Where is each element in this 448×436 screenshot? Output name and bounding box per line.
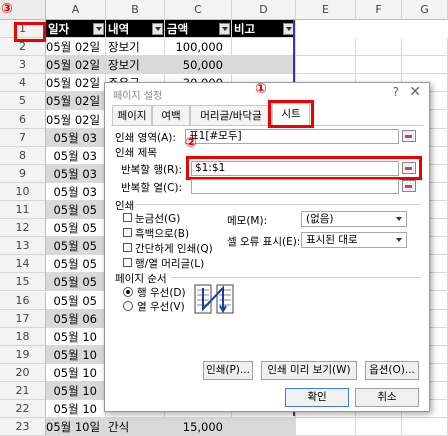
row-header[interactable]: 13 (0, 237, 46, 256)
annotation-three: ③ (1, 1, 13, 17)
row-header[interactable]: 12 (0, 219, 46, 238)
amount-cell[interactable]: 15,000 (165, 418, 232, 436)
row-header[interactable]: 5 (0, 92, 46, 111)
empty-cell[interactable] (356, 38, 402, 57)
row-header[interactable]: 10 (0, 182, 46, 201)
black-white-label: 흑백으로(B) (135, 228, 190, 240)
page-order-line (171, 277, 421, 278)
item-cell[interactable]: 간식 (106, 418, 165, 436)
row-header[interactable]: 3 (0, 56, 46, 75)
row-header[interactable]: 21 (0, 382, 46, 401)
column-header[interactable]: E (296, 0, 356, 20)
cols-repeat-input[interactable] (191, 179, 399, 194)
options-button[interactable]: 옵션(O)... (365, 361, 419, 380)
empty-cell[interactable] (402, 56, 448, 75)
column-header[interactable]: G (402, 0, 448, 20)
row1-highlight (14, 22, 46, 42)
empty-cell[interactable] (356, 418, 402, 436)
column-header[interactable]: B (106, 0, 165, 20)
row-header[interactable]: 16 (0, 291, 46, 310)
tab-page[interactable]: 페이지 (112, 105, 152, 125)
comments-label: 메모(M): (227, 215, 268, 227)
errors-label: 셀 오류 표시(E): (227, 236, 301, 248)
row-header[interactable]: 19 (0, 345, 46, 364)
black-white-checkbox[interactable] (123, 228, 132, 237)
print-preview-button[interactable]: 인쇄 미리 보기(W) (261, 361, 357, 380)
draft-label: 간단하게 인쇄(Q) (135, 243, 213, 255)
page-setup-dialog: 페이지 설정 ? ✕ 페이지 여백 머리글/바닥글 시트 ① 인쇄 영역(A):… (104, 81, 430, 412)
page-order-preview-icon (194, 284, 234, 314)
down-then-over-radio[interactable] (123, 287, 133, 297)
cols-repeat-ref-button[interactable] (402, 180, 416, 192)
down-then-over-label: 행 우선(D) (137, 287, 186, 299)
row-header[interactable]: 8 (0, 146, 46, 165)
row-header[interactable]: 4 (0, 74, 46, 93)
row-header[interactable]: 9 (0, 164, 46, 183)
empty-cell[interactable] (402, 418, 448, 436)
print-titles-label: 인쇄 제목 (115, 147, 157, 159)
print-button[interactable]: 인쇄(P)... (203, 361, 253, 380)
ok-button[interactable]: 확인 (285, 388, 349, 407)
row-header[interactable]: 17 (0, 309, 46, 328)
column-header[interactable]: A (46, 0, 106, 20)
row-header[interactable]: 22 (0, 400, 46, 419)
empty-cell[interactable] (296, 38, 356, 57)
empty-cell[interactable] (402, 38, 448, 57)
row-col-headings-label: 행/열 머리글(L) (135, 258, 205, 270)
draft-checkbox[interactable] (123, 243, 132, 252)
row-header[interactable]: 23 (0, 418, 46, 436)
row-header[interactable]: 11 (0, 201, 46, 220)
column-header[interactable]: D (232, 0, 296, 20)
empty-cell[interactable] (296, 56, 356, 75)
row-header[interactable]: 14 (0, 255, 46, 274)
dialog-title: 페이지 설정 (113, 91, 163, 102)
over-then-down-radio[interactable] (123, 301, 133, 311)
sheet-tab-highlight (268, 100, 314, 128)
print-area-ref-button[interactable] (402, 130, 416, 142)
empty-cell[interactable] (356, 56, 402, 75)
annotation-two: ② (185, 135, 197, 151)
rows-repeat-label: 반복할 행(R): (121, 164, 183, 176)
tab-divider (111, 125, 423, 126)
column-header[interactable]: F (356, 0, 402, 20)
column-header[interactable]: C (165, 0, 232, 20)
gridlines-checkbox[interactable] (123, 213, 132, 222)
print-area-input[interactable]: 표1[#모두] (185, 129, 399, 144)
over-then-down-label: 열 우선(V) (137, 301, 185, 313)
empty-cell[interactable] (296, 418, 356, 436)
rows-repeat-highlight (186, 156, 422, 180)
row-header[interactable]: 15 (0, 273, 46, 292)
date-cell[interactable]: 05월 10일 (46, 418, 106, 436)
annotation-one: ① (255, 81, 267, 97)
cols-repeat-label: 반복할 열(C): (121, 182, 183, 194)
tab-margins[interactable]: 여백 (152, 105, 190, 125)
row-header[interactable]: 7 (0, 128, 46, 147)
gridlines-label: 눈금선(G) (135, 213, 181, 225)
row-col-headings-checkbox[interactable] (123, 258, 132, 267)
row-header[interactable]: 6 (0, 110, 46, 129)
cancel-button[interactable]: 취소 (355, 388, 419, 407)
row-header[interactable]: 20 (0, 363, 46, 382)
row-header[interactable]: 18 (0, 327, 46, 346)
tab-header-footer[interactable]: 머리글/바닥글 (190, 105, 272, 125)
note-cell[interactable] (232, 418, 296, 436)
close-icon[interactable]: ✕ (409, 84, 421, 100)
print-section-label: 인쇄 (115, 200, 135, 212)
print-area-label: 인쇄 영역(A): (115, 132, 176, 144)
errors-select[interactable]: 표시된 대로 (301, 232, 407, 248)
comments-select[interactable]: (없음) (301, 211, 407, 227)
print-section-line (135, 204, 421, 205)
help-icon[interactable]: ? (393, 85, 399, 99)
page-order-label: 페이지 순서 (115, 273, 167, 285)
